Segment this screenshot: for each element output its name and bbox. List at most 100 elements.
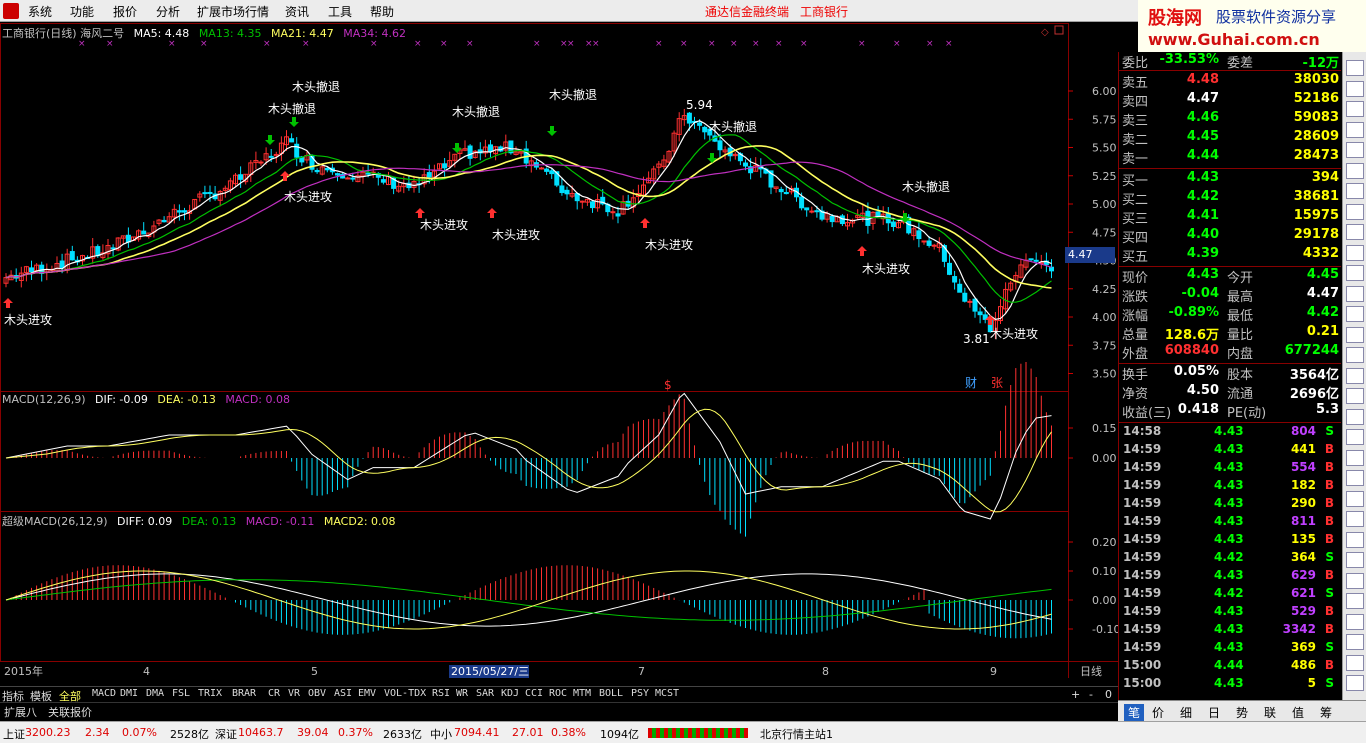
indicator-tab-emv[interactable]: EMV: [358, 688, 376, 699]
cost-icon[interactable]: [1346, 367, 1364, 384]
menu-tools[interactable]: 工具: [328, 3, 352, 20]
quote-tab-2[interactable]: 细: [1180, 704, 1192, 721]
quote-tab-1[interactable]: 价: [1152, 704, 1164, 721]
bar-icon[interactable]: [1346, 224, 1364, 240]
zoom-reset-button[interactable]: 0: [1105, 688, 1112, 701]
zoom-out-button[interactable]: -: [1089, 688, 1093, 701]
menu-ext-market[interactable]: 扩展市场行情: [197, 3, 269, 20]
sell-row[interactable]: 卖四 4.47 52186: [1119, 91, 1341, 110]
candle-body: [839, 215, 845, 225]
xaxis-label: 4: [143, 665, 150, 678]
kline-chart[interactable]: 6.005.755.505.255.004.754.504.254.003.75…: [0, 23, 1120, 686]
indicator-tab-dma[interactable]: DMA: [146, 688, 164, 699]
calc-icon[interactable]: [1346, 285, 1364, 302]
sell-row[interactable]: 卖三 4.46 59083: [1119, 110, 1341, 129]
macd-tick-label: 0.15: [1092, 422, 1117, 435]
attack-signal: 木头进攻: [492, 228, 540, 242]
ext-related-quote[interactable]: 关联报价: [48, 704, 92, 720]
indicator-tab-kdj[interactable]: KDJ: [501, 688, 519, 699]
doc-icon[interactable]: [1346, 142, 1364, 158]
wave-icon[interactable]: [1346, 429, 1364, 445]
pin-icon[interactable]: [1346, 675, 1364, 691]
lock-icon[interactable]: [1346, 552, 1364, 568]
sell-row[interactable]: 卖五 4.48 38030: [1119, 72, 1341, 91]
indicator-tab-wr[interactable]: WR: [456, 688, 468, 699]
f10-icon[interactable]: [1346, 244, 1364, 261]
quote-tab-6[interactable]: 值: [1292, 704, 1304, 721]
quote-tab-3[interactable]: 日: [1208, 704, 1220, 721]
list-icon[interactable]: [1346, 265, 1364, 281]
chart-area[interactable]: 6.005.755.505.255.004.754.504.254.003.75…: [0, 23, 1120, 686]
note-icon[interactable]: [1346, 326, 1364, 343]
help-icon[interactable]: [1346, 572, 1364, 589]
buy-row[interactable]: 买四 4.40 29178: [1119, 227, 1341, 246]
tick-row: 14:59 4.43 811 B: [1119, 514, 1341, 532]
export-icon[interactable]: [1346, 511, 1364, 527]
trend-icon[interactable]: [1346, 183, 1364, 199]
indicator-tab-psy[interactable]: PSY: [631, 688, 649, 699]
bell-icon[interactable]: [1346, 449, 1364, 466]
tick-price: 4.43: [1214, 640, 1244, 654]
indicator-tab-cr[interactable]: CR: [268, 688, 280, 699]
print-icon[interactable]: [1346, 490, 1364, 507]
buy-row[interactable]: 买三 4.41 15975: [1119, 208, 1341, 227]
indicator-tab-vr[interactable]: VR: [288, 688, 300, 699]
buy-row[interactable]: 买一 4.43 394: [1119, 170, 1341, 189]
menu-help[interactable]: 帮助: [370, 3, 394, 20]
restore-icon[interactable]: [1054, 25, 1064, 35]
indicator-tab-trix[interactable]: TRIX: [198, 688, 222, 699]
indicator-tab-cci[interactable]: CCI: [525, 688, 543, 699]
indicator-tab-roc[interactable]: ROC: [549, 688, 567, 699]
close-icon[interactable]: [1346, 634, 1364, 650]
chart-icon[interactable]: [1346, 101, 1364, 117]
indicator-tab-dmi[interactable]: DMI: [120, 688, 138, 699]
gear-icon[interactable]: [1346, 388, 1364, 404]
clock-icon[interactable]: [1346, 593, 1364, 609]
indicator-tab-obv[interactable]: OBV: [308, 688, 326, 699]
sell-row[interactable]: 卖二 4.45 28609: [1119, 129, 1341, 148]
indicator-tab-mtm[interactable]: MTM: [573, 688, 591, 699]
menu-icon[interactable]: [1346, 654, 1364, 671]
quote-tab-0[interactable]: 笔: [1124, 704, 1145, 721]
indicator-tab-asi[interactable]: ASI: [334, 688, 352, 699]
sell-row[interactable]: 卖一 4.44 28473: [1119, 148, 1341, 167]
more-icon[interactable]: [1346, 613, 1364, 630]
candle-icon[interactable]: [1346, 203, 1364, 220]
buy-row[interactable]: 买二 4.42 38681: [1119, 189, 1341, 208]
layout-icon[interactable]: [1346, 162, 1364, 179]
menu-quote[interactable]: 报价: [113, 3, 137, 20]
indicator-tab-mcst[interactable]: MCST: [655, 688, 679, 699]
indicator-tab-sar[interactable]: SAR: [476, 688, 494, 699]
diamond-icon[interactable]: ◇: [1041, 27, 1049, 38]
indicator-tab-boll[interactable]: BOLL: [599, 688, 623, 699]
buy-row[interactable]: 买五 4.39 4332: [1119, 246, 1341, 265]
info-icon[interactable]: [1346, 121, 1364, 138]
grid-icon[interactable]: [1346, 80, 1364, 97]
indicator-tab-fsl[interactable]: FSL: [172, 688, 190, 699]
stat-value: 4.45: [1306, 267, 1339, 282]
quote-tab-7[interactable]: 筹: [1320, 704, 1332, 721]
zoom-in-button[interactable]: +: [1071, 688, 1080, 701]
search-icon[interactable]: [1346, 470, 1364, 486]
indicator-tab-rsi[interactable]: RSI: [432, 688, 450, 699]
menu-function[interactable]: 功能: [70, 3, 94, 20]
weidiff-label: 委差: [1227, 56, 1254, 71]
indicator-tab-brar[interactable]: BRAR: [232, 688, 256, 699]
rsi-icon[interactable]: [1346, 347, 1364, 363]
candle-body: [289, 138, 295, 143]
zoom-icon[interactable]: [1346, 531, 1364, 548]
period-label[interactable]: 日线: [1080, 664, 1102, 678]
indicator-tab-macd[interactable]: MACD: [92, 688, 116, 699]
menu-analysis[interactable]: 分析: [156, 3, 180, 20]
indicator-tab-vol-tdx[interactable]: VOL-TDX: [384, 688, 426, 699]
quote-tab-5[interactable]: 联: [1264, 704, 1276, 721]
ext-tab-8[interactable]: 扩展八: [4, 704, 37, 720]
expand-icon[interactable]: [1346, 60, 1364, 76]
quote-tab-4[interactable]: 势: [1236, 704, 1248, 721]
menu-news[interactable]: 资讯: [285, 3, 309, 20]
sigma-icon[interactable]: [1346, 408, 1364, 425]
tick-side: B: [1324, 442, 1334, 456]
tick-price: 4.42: [1214, 586, 1244, 600]
star-icon[interactable]: [1346, 306, 1364, 322]
menu-system[interactable]: 系统: [28, 3, 52, 20]
